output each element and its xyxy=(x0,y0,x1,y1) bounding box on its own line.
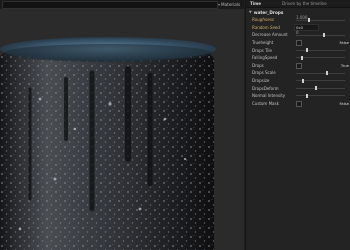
time-column-header: Time xyxy=(250,1,261,6)
slider-track[interactable] xyxy=(296,72,345,74)
property-row: Trueheight False xyxy=(246,39,350,47)
slider-handle[interactable] xyxy=(300,55,303,60)
property-row: Normal Intensity xyxy=(246,92,350,100)
slider-value: 1.000 xyxy=(296,15,308,20)
property-label: Drops Scale xyxy=(252,70,276,76)
bool-value: False xyxy=(339,40,349,46)
property-label: Normal Intensity xyxy=(252,93,286,99)
property-label: Random Seed xyxy=(252,24,280,30)
slider-track[interactable] xyxy=(296,95,345,97)
slider-handle[interactable] xyxy=(305,93,308,98)
material-dropdown-label: Materials xyxy=(221,2,241,7)
chevron-down-icon: ▼ xyxy=(249,10,252,14)
property-row: Drops Scale xyxy=(246,69,350,77)
property-label: Drops xyxy=(252,62,264,68)
slider-track[interactable] xyxy=(296,34,345,36)
checkbox[interactable] xyxy=(296,62,302,69)
slider-handle[interactable] xyxy=(326,70,329,75)
slider-value: 0 xyxy=(296,30,299,36)
slider-handle[interactable] xyxy=(322,32,325,37)
chevron-down-icon: ▾ xyxy=(218,2,221,7)
render-preview xyxy=(0,9,244,250)
slider-track[interactable] xyxy=(296,49,345,51)
property-row: FallingSpeed xyxy=(246,54,350,62)
bool-value: True xyxy=(340,62,349,68)
property-label: Roughness xyxy=(252,17,274,23)
property-row: Dropsize xyxy=(246,77,350,85)
property-row: Roughness 1.000 xyxy=(246,15,350,24)
slider-handle[interactable] xyxy=(301,78,304,83)
property-label: Custom Mask xyxy=(252,100,279,106)
section-title: water_Drops xyxy=(253,9,284,15)
slider-track[interactable] xyxy=(296,57,345,59)
property-label: Dropsize xyxy=(252,78,270,84)
slider-handle[interactable] xyxy=(305,48,308,53)
panel-header: Time Driven by the timeline xyxy=(246,0,350,8)
3d-viewport[interactable]: ▾ Materials xyxy=(0,0,244,250)
driven-column-header: Driven by the timeline xyxy=(282,1,327,6)
material-properties-panel: Time Driven by the timeline ▼ water_Drop… xyxy=(245,0,350,250)
material-dropdown[interactable]: ▾ Materials xyxy=(218,1,244,8)
property-label: DropsDeform xyxy=(252,85,279,91)
property-label: Trueheight xyxy=(252,40,274,46)
bool-value: False xyxy=(339,100,349,106)
property-row: DropsDeform xyxy=(246,84,350,92)
checkbox[interactable] xyxy=(296,100,302,107)
slider-handle[interactable] xyxy=(314,86,317,91)
property-row: Custom Mask False xyxy=(246,100,350,108)
slider-track[interactable] xyxy=(296,87,345,89)
property-row: Decrease Amount 0 xyxy=(246,30,350,39)
viewport-search-field[interactable] xyxy=(2,1,218,9)
slider-handle[interactable] xyxy=(308,17,311,22)
property-row: Drops True xyxy=(246,62,350,70)
checkbox[interactable] xyxy=(296,40,302,47)
property-label: FallingSpeed xyxy=(252,55,278,61)
property-row: Drops Tile xyxy=(246,46,350,54)
property-label: Drops Tile xyxy=(252,47,272,53)
property-label: Decrease Amount xyxy=(252,32,288,38)
